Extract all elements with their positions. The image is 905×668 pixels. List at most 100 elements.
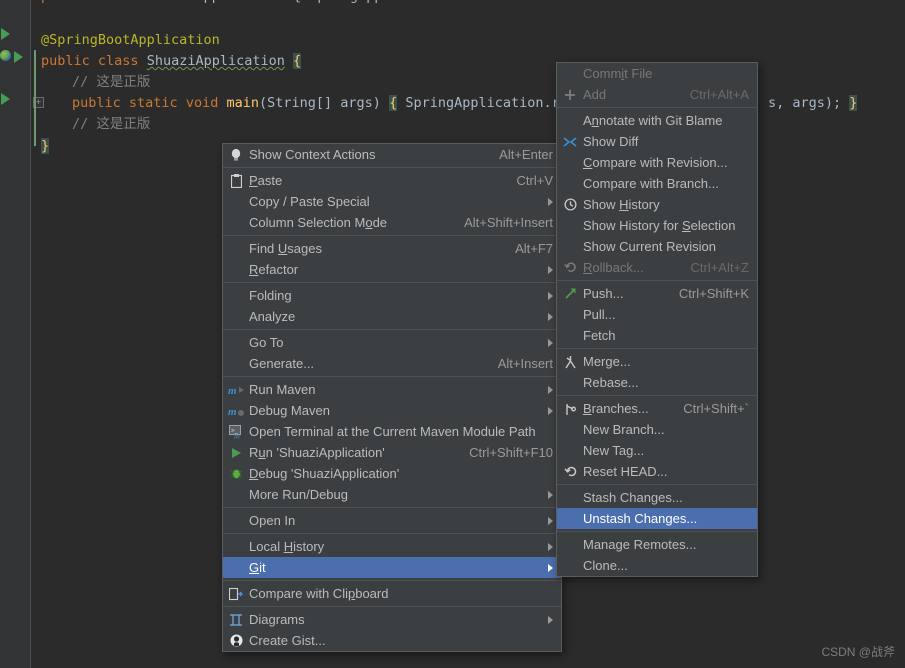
menu-item-shortcut: Ctrl+V xyxy=(516,173,553,188)
submenu-arrow-icon xyxy=(548,265,553,274)
menu-item-show-history[interactable]: Show History xyxy=(557,194,757,215)
menu-item-generate[interactable]: Generate... Alt+Insert xyxy=(223,353,561,374)
menu-item-shortcut: Alt+Shift+Insert xyxy=(464,215,553,230)
menu-item-label: Manage Remotes... xyxy=(583,537,697,552)
menu-item-go-to[interactable]: Go To xyxy=(223,332,561,353)
no-icon xyxy=(561,66,579,82)
kw-class: class xyxy=(97,53,139,69)
menu-item-show-diff[interactable]: Show Diff xyxy=(557,131,757,152)
menu-item-compare-with-branch[interactable]: Compare with Branch... xyxy=(557,173,757,194)
menu-item-stash-changes[interactable]: Stash Changes... xyxy=(557,487,757,508)
menu-item-branches[interactable]: Branches... Ctrl+Shift+` xyxy=(557,398,757,419)
spring-gutter-icon-top[interactable] xyxy=(1,28,15,42)
menu-item-label: Analyze xyxy=(249,309,296,324)
no-icon xyxy=(227,262,245,278)
github-icon xyxy=(227,633,245,649)
menu-item-label: New Tag... xyxy=(583,443,645,458)
menu-item-clone[interactable]: Clone... xyxy=(557,555,757,576)
menu-item-label: Diagrams xyxy=(249,612,305,627)
menu-item-find-usages[interactable]: Find Usages Alt+F7 xyxy=(223,238,561,259)
menu-item-label: Column Selection Mode xyxy=(249,215,388,230)
menu-item-manage-remotes[interactable]: Manage Remotes... xyxy=(557,534,757,555)
annotation-token: @SpringBootApplication xyxy=(41,32,220,48)
menu-item-compare-with-clipboard[interactable]: Compare with Clipboard xyxy=(223,583,561,604)
no-icon xyxy=(561,176,579,192)
no-icon xyxy=(561,307,579,323)
menu-item-column-selection-mode[interactable]: Column Selection Mode Alt+Shift+Insert xyxy=(223,212,561,233)
no-icon xyxy=(561,443,579,459)
menu-item-compare-with-revision[interactable]: Compare with Revision... xyxy=(557,152,757,173)
menu-separator xyxy=(223,329,561,330)
menu-item-create-gist[interactable]: Create Gist... xyxy=(223,630,561,651)
run-main-gutter-icon[interactable] xyxy=(1,93,15,107)
menu-item-open-in[interactable]: Open In xyxy=(223,510,561,531)
submenu-arrow-icon xyxy=(548,385,553,394)
menu-item-git[interactable]: Git xyxy=(223,557,561,578)
menu-item-copy-paste-special[interactable]: Copy / Paste Special xyxy=(223,191,561,212)
kw-static: static xyxy=(128,95,178,111)
menu-item-pull[interactable]: Pull... xyxy=(557,304,757,325)
rollback-icon xyxy=(561,260,579,276)
menu-item-label: Refactor xyxy=(249,262,299,277)
menu-item-more-run-debug[interactable]: More Run/Debug xyxy=(223,484,561,505)
menu-item-run-shuaziapplication[interactable]: Run 'ShuaziApplication' Ctrl+Shift+F10 xyxy=(223,442,561,463)
menu-item-unstash-changes[interactable]: Unstash Changes... xyxy=(557,508,757,529)
menu-item-new-branch[interactable]: New Branch... xyxy=(557,419,757,440)
menu-item-debug-maven[interactable]: m Debug Maven xyxy=(223,400,561,421)
menu-item-shortcut: Ctrl+Shift+F10 xyxy=(469,445,553,460)
submenu-arrow-icon xyxy=(548,312,553,321)
menu-item-analyze[interactable]: Analyze xyxy=(223,306,561,327)
menu-item-push[interactable]: Push... Ctrl+Shift+K xyxy=(557,283,757,304)
menu-separator xyxy=(223,167,561,168)
menu-item-reset-head[interactable]: Reset HEAD... xyxy=(557,461,757,482)
menu-item-show-history-for-selection[interactable]: Show History for Selection xyxy=(557,215,757,236)
submenu-arrow-icon xyxy=(548,338,553,347)
kw-void: void xyxy=(185,95,219,111)
plus-icon xyxy=(561,87,579,103)
menu-item-paste[interactable]: Paste Ctrl+V xyxy=(223,170,561,191)
no-icon xyxy=(227,194,245,210)
no-icon xyxy=(561,155,579,171)
menu-item-run-maven[interactable]: m Run Maven xyxy=(223,379,561,400)
menu-item-local-history[interactable]: Local History xyxy=(223,536,561,557)
method-body-head: SpringApplication.ru xyxy=(405,95,568,111)
class-name-token: ShuaziApplication xyxy=(146,53,285,69)
menu-item-label: Push... xyxy=(583,286,624,301)
method-body-tail: s, args); xyxy=(768,95,842,111)
no-icon xyxy=(561,537,579,553)
menu-item-merge[interactable]: Merge... xyxy=(557,351,757,372)
no-icon xyxy=(561,511,579,527)
menu-item-shortcut: Alt+F7 xyxy=(515,241,553,256)
method-params-token: (String[] args) xyxy=(259,95,381,111)
menu-item-new-tag[interactable]: New Tag... xyxy=(557,440,757,461)
gutter-divider xyxy=(30,0,31,668)
kw-public: public xyxy=(41,53,90,69)
menu-item-label: Folding xyxy=(249,288,292,303)
menu-item-label: Annotate with Git Blame xyxy=(583,113,723,128)
menu-item-fetch[interactable]: Fetch xyxy=(557,325,757,346)
clock-icon xyxy=(561,197,579,213)
menu-item-folding[interactable]: Folding xyxy=(223,285,561,306)
editor-context-menu[interactable]: Show Context Actions Alt+Enter Paste Ctrl+V… xyxy=(222,143,562,652)
menu-item-rebase[interactable]: Rebase... xyxy=(557,372,757,393)
menu-item-label: Stash Changes... xyxy=(583,490,683,505)
menu-item-shortcut: Alt+Insert xyxy=(497,356,553,371)
run-class-gutter-icon[interactable] xyxy=(14,51,28,65)
menu-item-refactor[interactable]: Refactor xyxy=(223,259,561,280)
menu-item-open-terminal-maven-module[interactable]: >_ m Open Terminal at the Current Maven Mo… xyxy=(223,421,561,442)
push-icon xyxy=(561,286,579,302)
menu-item-shortcut: Ctrl+Alt+Z xyxy=(690,260,749,275)
watermark-text: CSDN @战斧 xyxy=(821,645,895,659)
reset-icon xyxy=(561,464,579,480)
menu-item-debug-shuaziapplication[interactable]: Debug 'ShuaziApplication' xyxy=(223,463,561,484)
git-submenu[interactable]: Commit File Add Ctrl+Alt+A Annotate with Gi… xyxy=(556,62,758,577)
menu-item-annotate-with-git-blame[interactable]: Annotate with Git Blame xyxy=(557,110,757,131)
submenu-arrow-icon xyxy=(548,406,553,415)
menu-item-diagrams[interactable]: Diagrams xyxy=(223,609,561,630)
comment-token-2: // 这是正版 xyxy=(72,116,151,132)
menu-item-label: Compare with Clipboard xyxy=(249,586,389,601)
menu-item-show-context-actions[interactable]: Show Context Actions Alt+Enter xyxy=(223,144,561,165)
spring-bean-icon[interactable] xyxy=(0,50,14,64)
menu-item-label: Debug 'ShuaziApplication' xyxy=(249,466,400,481)
menu-item-show-current-revision[interactable]: Show Current Revision xyxy=(557,236,757,257)
